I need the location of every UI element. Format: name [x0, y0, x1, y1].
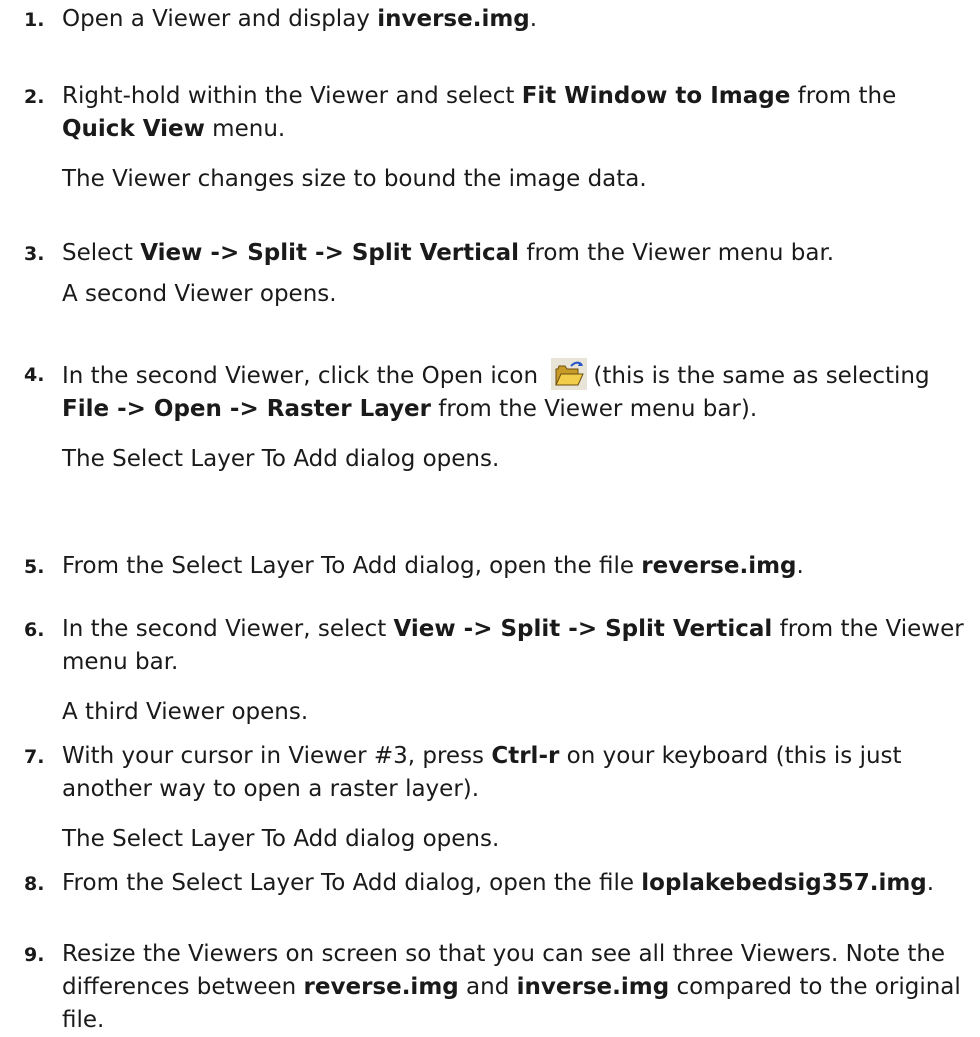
step-result: The Select Layer To Add dialog opens. — [62, 826, 500, 852]
step-result: A second Viewer opens. — [62, 281, 337, 307]
step-9: 9. Resize the Viewers on screen so that … — [24, 938, 974, 1037]
file-name: reverse.img — [303, 974, 459, 1000]
step-number: 4. — [24, 364, 45, 386]
step-4: 4. In the second Viewer, click the Open … — [24, 358, 974, 476]
instruction-document: 1. Open a Viewer and display inverse.img… — [0, 0, 980, 1033]
step-3: 3. Select View -> Split -> Split Vertica… — [24, 237, 974, 311]
file-name: inverse.img — [377, 6, 530, 32]
step-text: Resize the Viewers on screen so that you… — [62, 941, 961, 1033]
step-6: 6. In the second Viewer, select View -> … — [24, 613, 974, 729]
step-result: The Viewer changes size to bound the ima… — [62, 166, 647, 192]
step-text: Open a Viewer and display inverse.img. — [62, 6, 538, 32]
file-name: reverse.img — [641, 553, 797, 579]
step-result: The Select Layer To Add dialog opens. — [62, 446, 500, 472]
step-2: 2. Right-hold within the Viewer and sele… — [24, 80, 974, 196]
step-text: From the Select Layer To Add dialog, ope… — [62, 553, 804, 579]
step-number: 7. — [24, 746, 45, 768]
step-8: 8. From the Select Layer To Add dialog, … — [24, 867, 974, 900]
step-number: 1. — [24, 9, 45, 31]
step-number: 9. — [24, 944, 45, 966]
menu-name: Quick View — [62, 116, 205, 142]
step-text: From the Select Layer To Add dialog, ope… — [62, 870, 935, 896]
file-name: loplakebedsig357.img — [641, 870, 927, 896]
step-result: A third Viewer opens. — [62, 699, 309, 725]
step-text: With your cursor in Viewer #3, press Ctr… — [62, 743, 902, 802]
step-number: 3. — [24, 243, 45, 265]
menu-path: File -> Open -> Raster Layer — [62, 396, 431, 422]
keyboard-shortcut: Ctrl-r — [491, 743, 560, 769]
step-1: 1. Open a Viewer and display inverse.img… — [24, 3, 974, 36]
step-number: 8. — [24, 873, 45, 895]
menu-path: View -> Split -> Split Vertical — [393, 616, 773, 642]
file-name: inverse.img — [516, 974, 670, 1000]
step-5: 5. From the Select Layer To Add dialog, … — [24, 550, 974, 583]
menu-path: View -> Split -> Split Vertical — [140, 240, 520, 266]
step-text: Select View -> Split -> Split Vertical f… — [62, 240, 835, 266]
step-text: In the second Viewer, select View -> Spl… — [62, 616, 964, 675]
step-number: 2. — [24, 86, 45, 108]
step-number: 6. — [24, 619, 45, 641]
step-text: Right-hold within the Viewer and select … — [62, 83, 897, 142]
step-number: 5. — [24, 556, 45, 578]
open-folder-icon — [551, 358, 588, 390]
step-7: 7. With your cursor in Viewer #3, press … — [24, 740, 974, 856]
menu-item-name: Fit Window to Image — [521, 83, 791, 109]
step-text: In the second Viewer, click the Open ico… — [62, 358, 974, 426]
